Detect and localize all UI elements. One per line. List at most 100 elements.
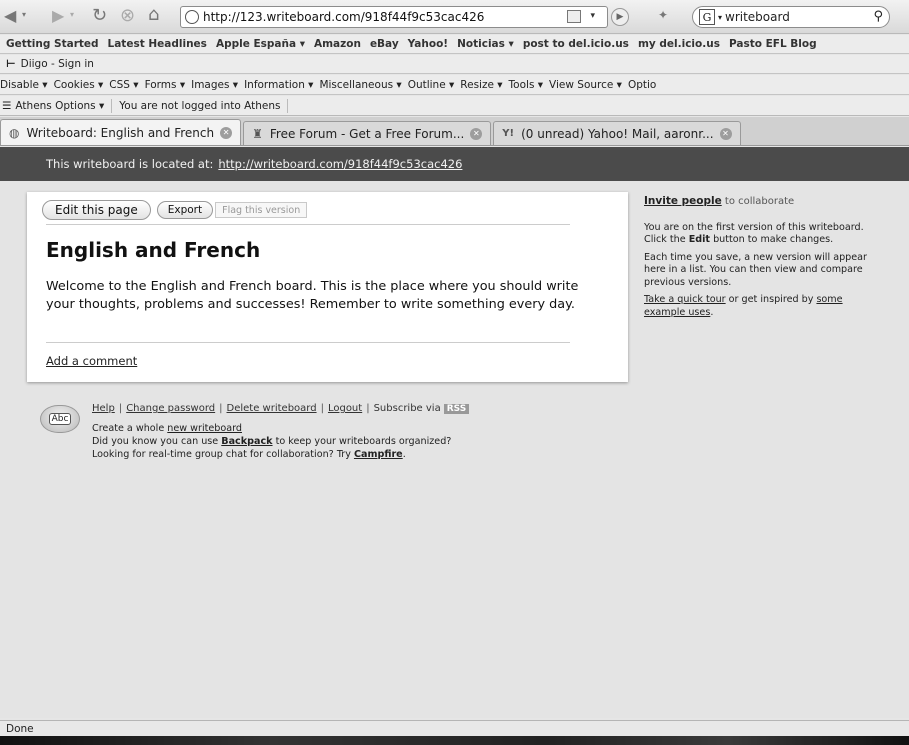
- bookmark-item[interactable]: Yahoo!: [408, 38, 448, 50]
- bookmarks-toolbar: Getting Started Latest Headlines Apple E…: [0, 35, 909, 54]
- reload-icon[interactable]: ↻: [92, 5, 107, 26]
- writeboard-logo: Abc: [40, 405, 80, 433]
- back-dropdown-icon[interactable]: ▾: [22, 10, 26, 19]
- dev-menu-resize[interactable]: Resize ▾: [460, 79, 502, 91]
- campfire-link[interactable]: Campfire: [354, 449, 403, 460]
- diigo-sign-in[interactable]: Diigo - Sign in: [21, 58, 94, 70]
- search-box[interactable]: G ▾ writeboard ⚲: [692, 6, 890, 28]
- diigo-icon: ⊢: [6, 58, 16, 70]
- feed-icon[interactable]: [567, 10, 581, 23]
- dev-menu-miscellaneous[interactable]: Miscellaneous ▾: [319, 79, 401, 91]
- close-icon[interactable]: ✕: [470, 127, 483, 140]
- close-icon[interactable]: ✕: [719, 127, 732, 140]
- separator: |: [320, 403, 324, 414]
- writeboard-card: Edit this page Export Flag this version …: [27, 192, 628, 382]
- status-text: Done: [6, 722, 34, 735]
- url-text: http://123.writeboard.com/918f44f9c53cac…: [203, 10, 485, 24]
- bookmark-item[interactable]: Apple España ▾: [216, 38, 305, 50]
- page-title: English and French: [46, 238, 261, 262]
- version-text: button to make changes.: [710, 234, 834, 245]
- home-icon[interactable]: ⌂: [148, 4, 159, 25]
- bookmark-item[interactable]: Noticias ▾: [457, 38, 514, 50]
- url-bar[interactable]: http://123.writeboard.com/918f44f9c53cac…: [180, 6, 629, 28]
- search-engine-icon[interactable]: G: [699, 9, 715, 25]
- forward-button[interactable]: ▶: [52, 6, 64, 25]
- separator: |: [366, 403, 370, 414]
- new-writeboard-link[interactable]: new writeboard: [167, 423, 242, 434]
- change-password-link[interactable]: Change password: [126, 403, 215, 414]
- create-line: Create a whole new writeboard: [92, 423, 242, 434]
- tab-writeboard[interactable]: ◍ Writeboard: English and French ✕: [0, 119, 242, 145]
- go-icon[interactable]: ▶: [611, 8, 629, 26]
- globe-icon: [185, 10, 199, 24]
- separator: |: [118, 403, 123, 414]
- tab-yahoo-mail[interactable]: Y! (0 unread) Yahoo! Mail, aaronr... ✕: [493, 121, 741, 145]
- status-bar: Done: [0, 720, 909, 736]
- tour-text: or get inspired by: [725, 294, 817, 305]
- search-input[interactable]: writeboard: [725, 10, 790, 24]
- sidebar: Invite people to collaborate You are on …: [644, 195, 884, 324]
- tab-label: Writeboard: English and French: [26, 125, 215, 140]
- backpack-link[interactable]: Backpack: [221, 436, 272, 447]
- location-label: This writeboard is located at:: [46, 157, 214, 171]
- diigo-toolbar: ⊢ Diigo - Sign in: [0, 55, 909, 74]
- bookmark-item[interactable]: Getting Started: [6, 38, 99, 50]
- dev-menu-tools[interactable]: Tools ▾: [509, 79, 543, 91]
- bookmark-item[interactable]: Pasto EFL Blog: [729, 38, 817, 50]
- page-content: This writeboard is located at: http://wr…: [0, 147, 909, 718]
- invite-people-link[interactable]: Invite people: [644, 195, 722, 207]
- athens-status: You are not logged into Athens: [119, 99, 281, 112]
- forward-dropdown-icon[interactable]: ▾: [70, 10, 74, 19]
- dev-menu-view-source[interactable]: View Source ▾: [549, 79, 622, 91]
- dev-menu-information[interactable]: Information ▾: [244, 79, 313, 91]
- url-dropdown-icon[interactable]: ▾: [590, 11, 595, 21]
- quick-tour-link[interactable]: Take a quick tour: [644, 294, 726, 305]
- edit-word: Edit: [688, 234, 711, 245]
- footer: Abc Help | Change password | Delete writ…: [36, 401, 596, 461]
- help-link[interactable]: Help: [92, 403, 115, 414]
- flag-version-button[interactable]: Flag this version: [215, 202, 308, 218]
- dev-menu-disable[interactable]: Disable ▾: [0, 79, 48, 91]
- web-developer-toolbar: Disable ▾ Cookies ▾ CSS ▾ Forms ▾ Images…: [0, 75, 909, 95]
- dev-menu-forms[interactable]: Forms ▾: [145, 79, 186, 91]
- rss-badge[interactable]: RSS: [443, 403, 470, 414]
- campfire-text: Looking for real-time group chat for col…: [92, 449, 354, 460]
- logout-link[interactable]: Logout: [328, 403, 362, 414]
- tab-free-forum[interactable]: ♜ Free Forum - Get a Free Forum... ✕: [243, 121, 492, 145]
- divider: [46, 342, 570, 343]
- edit-page-button[interactable]: Edit this page: [42, 200, 151, 220]
- export-button[interactable]: Export: [156, 201, 214, 219]
- add-comment-link[interactable]: Add a comment: [46, 354, 137, 368]
- backpack-line: Did you know you can use Backpack to kee…: [92, 436, 451, 447]
- stop-icon[interactable]: ⊗: [120, 5, 135, 26]
- bookmark-item[interactable]: eBay: [370, 38, 399, 50]
- campfire-line: Looking for real-time group chat for col…: [92, 449, 406, 460]
- page-body: Welcome to the English and French board.…: [46, 279, 579, 312]
- delete-writeboard-link[interactable]: Delete writeboard: [227, 403, 317, 414]
- athens-options[interactable]: Athens Options ▾: [15, 100, 104, 112]
- dev-menu-images[interactable]: Images ▾: [191, 79, 238, 91]
- footer-links: Help | Change password | Delete writeboa…: [92, 403, 470, 414]
- desktop-background-strip: [0, 736, 909, 745]
- dev-menu-options[interactable]: Optio: [628, 79, 656, 91]
- subscribe-text: Subscribe via: [373, 403, 441, 414]
- tab-strip: ◍ Writeboard: English and French ✕ ♜ Fre…: [0, 117, 909, 146]
- writeboard-url-link[interactable]: http://writeboard.com/918f44f9c53cac426: [218, 157, 462, 171]
- close-icon[interactable]: ✕: [220, 126, 233, 139]
- bookmark-item[interactable]: Amazon: [314, 38, 361, 50]
- bookmark-item[interactable]: my del.icio.us: [638, 38, 720, 50]
- tour-info: Take a quick tour or get inspired by som…: [644, 294, 884, 319]
- engine-dropdown-icon[interactable]: ▾: [718, 13, 722, 22]
- separator: |: [219, 403, 223, 414]
- bookmark-item[interactable]: post to del.icio.us: [523, 38, 629, 50]
- bookmark-item[interactable]: Latest Headlines: [108, 38, 207, 50]
- search-icon[interactable]: ⚲: [873, 9, 883, 24]
- dev-menu-outline[interactable]: Outline ▾: [408, 79, 455, 91]
- dev-menu-css[interactable]: CSS ▾: [109, 79, 138, 91]
- backpack-text: Did you know you can use: [92, 436, 222, 447]
- divider: [46, 224, 570, 225]
- globe-icon: ◍: [9, 125, 20, 140]
- pointer-icon[interactable]: ✦: [658, 8, 668, 22]
- back-button[interactable]: ◀: [4, 6, 16, 25]
- dev-menu-cookies[interactable]: Cookies ▾: [54, 79, 104, 91]
